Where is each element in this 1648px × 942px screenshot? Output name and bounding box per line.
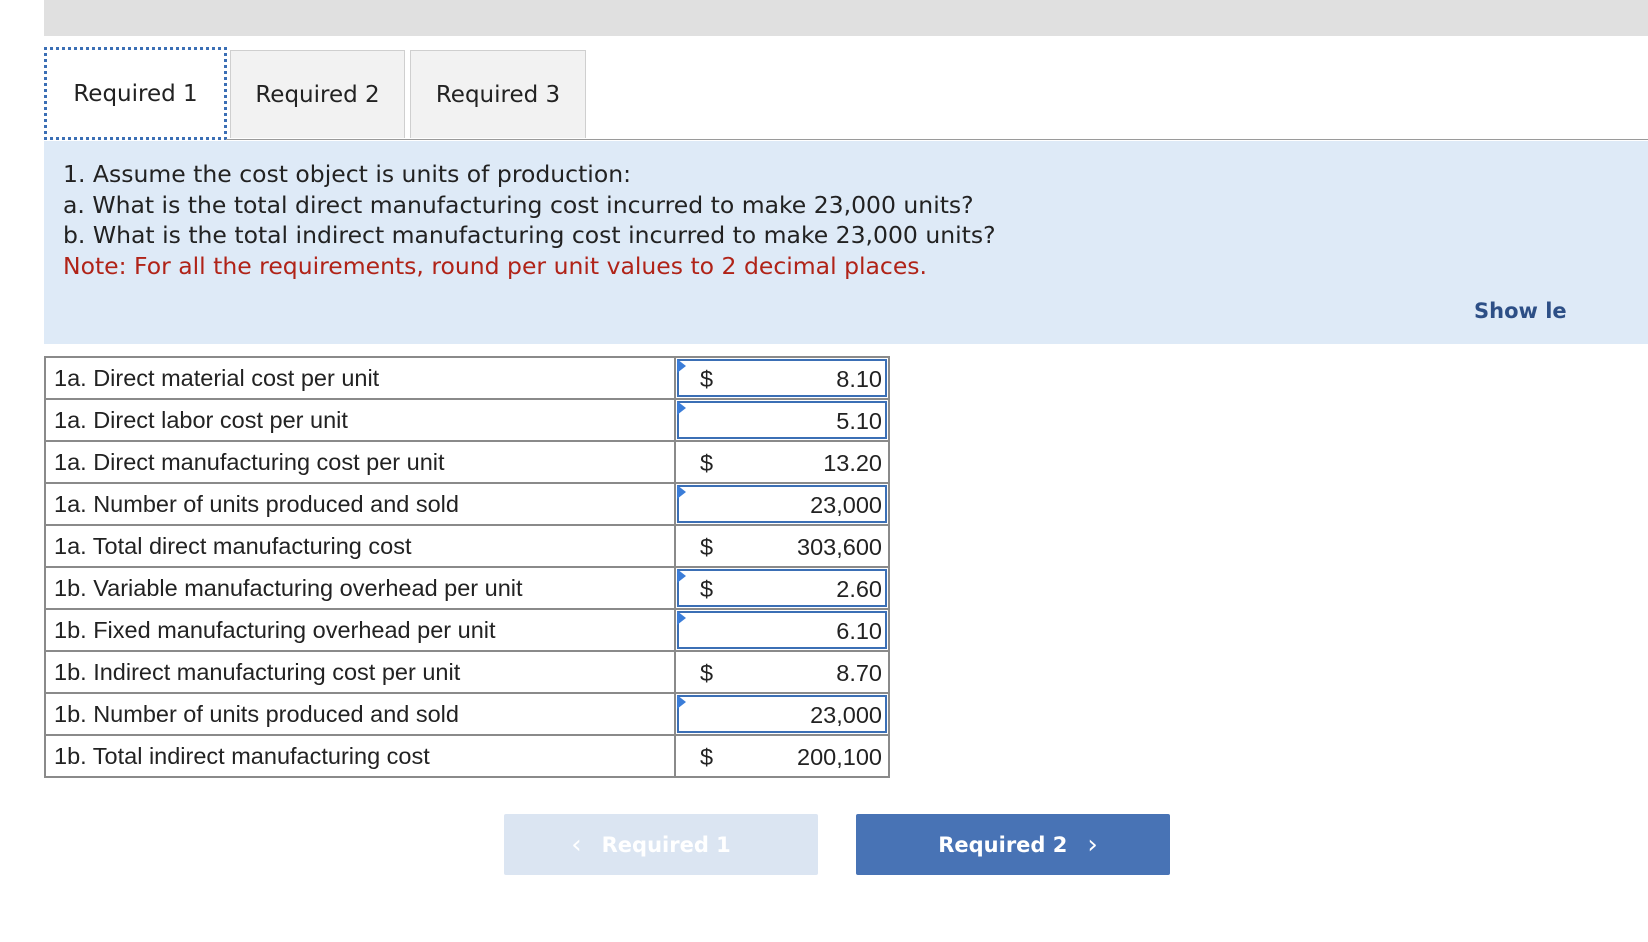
rounding-note: Note: For all the requirements, round pe…	[63, 251, 928, 280]
amount-text: 8.10	[836, 366, 882, 392]
row-label: 1a. Total direct manufacturing cost	[44, 524, 676, 568]
amount-input[interactable]: $2.60	[674, 566, 890, 610]
currency-symbol: $	[700, 660, 714, 686]
entry-marker-icon	[677, 401, 686, 415]
amount-text: 8.70	[836, 660, 882, 686]
entry-marker-icon	[677, 359, 686, 373]
amount-text: 6.10	[836, 618, 882, 644]
amount-value: $13.20	[674, 440, 890, 484]
show-less-link[interactable]: Show le	[1474, 299, 1567, 323]
currency-symbol: $	[700, 366, 714, 392]
row-label: 1a. Direct material cost per unit	[44, 356, 676, 400]
table-row: 1a. Direct material cost per unit $8.10	[44, 356, 890, 400]
row-label: 1b. Indirect manufacturing cost per unit	[44, 650, 676, 694]
next-button-label: Required 2	[938, 832, 1068, 857]
amount-input[interactable]: $8.10	[674, 356, 890, 400]
question-line-3: b. What is the total indirect manufactur…	[63, 221, 996, 249]
row-label: 1a. Number of units produced and sold	[44, 482, 676, 526]
amount-input[interactable]: 23,000	[674, 692, 890, 736]
chevron-left-icon: ‹	[571, 829, 582, 860]
amount-text: 5.10	[836, 408, 882, 434]
table-row: 1b. Variable manufacturing overhead per …	[44, 566, 890, 610]
top-bar	[44, 0, 1648, 36]
prev-button-label: Required 1	[601, 832, 731, 857]
question-line-2: a. What is the total direct manufacturin…	[63, 190, 974, 219]
table-row: 1b. Fixed manufacturing overhead per uni…	[44, 608, 890, 652]
row-label: 1a. Direct manufacturing cost per unit	[44, 440, 676, 484]
question-line-1: 1. Assume the cost object is units of pr…	[63, 160, 632, 188]
currency-symbol: $	[700, 450, 714, 476]
currency-symbol: $	[700, 744, 714, 770]
amount-text: 13.20	[823, 450, 882, 476]
table-row: 1a. Direct labor cost per unit 5.10	[44, 398, 890, 442]
tab-divider	[226, 139, 1648, 140]
tab-required-1[interactable]: Required 1	[44, 47, 227, 140]
row-label: 1a. Direct labor cost per unit	[44, 398, 676, 442]
row-label: 1b. Variable manufacturing overhead per …	[44, 566, 676, 610]
row-label: 1b. Total indirect manufacturing cost	[44, 734, 676, 778]
table-row: 1a. Number of units produced and sold 23,…	[44, 482, 890, 526]
amount-value: $303,600	[674, 524, 890, 568]
entry-marker-icon	[677, 485, 686, 499]
row-label: 1b. Number of units produced and sold	[44, 692, 676, 736]
entry-marker-icon	[677, 569, 686, 583]
row-label: 1b. Fixed manufacturing overhead per uni…	[44, 608, 676, 652]
table-row: 1a. Direct manufacturing cost per unit $1…	[44, 440, 890, 484]
amount-value: $8.70	[674, 650, 890, 694]
tab-required-2[interactable]: Required 2	[230, 50, 405, 138]
table-row: 1b. Indirect manufacturing cost per unit…	[44, 650, 890, 694]
amount-text: 200,100	[797, 744, 882, 770]
answer-table: 1a. Direct material cost per unit $8.10 1a…	[44, 356, 890, 778]
amount-value: $200,100	[674, 734, 890, 778]
entry-marker-icon	[677, 611, 686, 625]
tab-required-3[interactable]: Required 3	[410, 50, 586, 138]
amount-text: 2.60	[836, 576, 882, 602]
question-panel: 1. Assume the cost object is units of pr…	[44, 141, 1648, 344]
next-button[interactable]: Required 2 ›	[856, 814, 1170, 875]
table-row: 1b. Number of units produced and sold 23,…	[44, 692, 890, 736]
amount-text: 23,000	[810, 702, 882, 728]
table-row: 1a. Total direct manufacturing cost $303,…	[44, 524, 890, 568]
amount-text: 23,000	[810, 492, 882, 518]
table-row: 1b. Total indirect manufacturing cost $20…	[44, 734, 890, 778]
amount-text: 303,600	[797, 534, 882, 560]
amount-input[interactable]: 5.10	[674, 398, 890, 442]
amount-input[interactable]: 23,000	[674, 482, 890, 526]
prev-button: ‹ Required 1	[504, 814, 818, 875]
currency-symbol: $	[700, 534, 714, 560]
amount-input[interactable]: 6.10	[674, 608, 890, 652]
currency-symbol: $	[700, 576, 714, 602]
entry-marker-icon	[677, 695, 686, 709]
chevron-right-icon: ›	[1087, 829, 1098, 860]
